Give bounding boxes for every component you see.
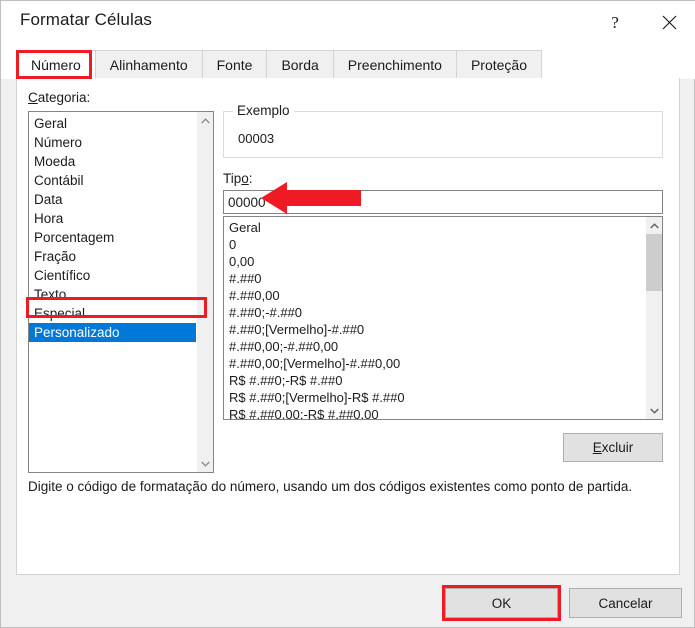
tipo-label: Tipo: [223, 171, 253, 186]
list-item-label: Moeda [34, 154, 76, 169]
list-item-label: Científico [34, 268, 91, 283]
list-item[interactable]: Hora [29, 209, 197, 228]
list-item[interactable]: R$ #.##0;-R$ #.##0 [224, 372, 644, 389]
list-item[interactable]: #.##0 [224, 270, 644, 287]
list-item-label: #.##0,00;[Vermelho]-#.##0,00 [229, 356, 401, 371]
tab-label: Fonte [216, 56, 253, 73]
list-item[interactable]: Número [29, 133, 197, 152]
list-item-label: Número [34, 135, 83, 150]
format-cells-dialog: Formatar Células ? Número Alinhamento Fo… [0, 0, 695, 628]
list-item[interactable]: Contábil [29, 171, 197, 190]
title-bar: Formatar Células ? [1, 1, 695, 43]
example-groupbox: Exemplo 00003 [223, 103, 663, 158]
list-item-label: #.##0,00 [229, 288, 280, 303]
list-item-label: 0,00 [229, 254, 255, 269]
tab-borda[interactable]: Borda [266, 50, 334, 79]
list-item[interactable]: #.##0,00;-#.##0,00 [224, 338, 644, 355]
tab-preenchimento[interactable]: Preenchimento [332, 50, 457, 79]
list-item[interactable]: Geral [29, 114, 197, 133]
scroll-up-arrow-icon[interactable] [646, 217, 662, 234]
list-item[interactable]: #.##0,00 [224, 287, 644, 304]
close-x-icon [661, 14, 678, 31]
delete-button-label: xcluir [601, 440, 634, 455]
list-item-label: #.##0 [229, 271, 262, 286]
tab-label: Alinhamento [109, 56, 188, 73]
dialog-title: Formatar Células [20, 10, 152, 29]
list-item-label: Contábil [34, 173, 84, 188]
list-item[interactable]: Data [29, 190, 197, 209]
scroll-up-arrow-icon[interactable] [197, 112, 213, 129]
list-item-label: #.##0;[Vermelho]-#.##0 [229, 322, 365, 337]
cancel-button[interactable]: Cancelar [569, 588, 682, 618]
tab-label: Número [31, 56, 81, 73]
list-item[interactable]: #.##0;-#.##0 [224, 304, 644, 321]
number-tab-panel: Categoria: Geral Número Moeda Contábil D… [16, 78, 680, 575]
tipo-label-prefix: Tip [223, 171, 242, 186]
format-code-item-list: Geral 0 0,00 #.##0 #.##0,00 #.##0;-#.##0… [224, 217, 644, 420]
list-item-label: R$ #.##0;[Vermelho]-R$ #.##0 [229, 390, 405, 405]
category-scrollbar[interactable] [196, 112, 213, 472]
list-item-label: Hora [34, 211, 64, 226]
tab-label: Preenchimento [347, 56, 442, 73]
tipo-label-accel: o [241, 171, 249, 186]
list-item[interactable]: Científico [29, 266, 197, 285]
list-item-label: R$ #.##0;-R$ #.##0 [229, 373, 343, 388]
list-item[interactable]: 0,00 [224, 253, 644, 270]
tab-label: Borda [281, 56, 319, 73]
list-item-label: Texto [34, 287, 67, 302]
tab-protecao[interactable]: Proteção [455, 50, 543, 79]
close-button[interactable] [646, 1, 692, 43]
description-text: Digite o código de formatação do número,… [28, 479, 633, 494]
list-item[interactable]: Especial [29, 304, 197, 323]
delete-button[interactable]: Excluir [563, 433, 663, 462]
list-item-label: Personalizado [34, 325, 120, 340]
list-item-label: R$ #.##0,00;-R$ #.##0,00 [229, 407, 379, 420]
category-item-list: Geral Número Moeda Contábil Data Hora Po… [29, 112, 197, 342]
list-item-personalizado[interactable]: Personalizado [29, 323, 197, 342]
list-item[interactable]: R$ #.##0;[Vermelho]-R$ #.##0 [224, 389, 644, 406]
tab-strip: Número Alinhamento Fonte Borda Preenchim… [1, 43, 695, 79]
scroll-down-arrow-icon[interactable] [646, 402, 662, 419]
list-item[interactable]: R$ #.##0,00;-R$ #.##0,00 [224, 406, 644, 420]
list-item[interactable]: 0 [224, 236, 644, 253]
list-item[interactable]: #.##0,00;[Vermelho]-#.##0,00 [224, 355, 644, 372]
example-value: 00003 [238, 131, 275, 146]
list-item[interactable]: Fração [29, 247, 197, 266]
category-label-accel: C [28, 90, 38, 105]
list-item-label: 0 [229, 237, 237, 252]
list-item-label: Data [34, 192, 63, 207]
list-item-label: Geral [34, 116, 68, 131]
question-mark-icon: ? [611, 12, 619, 32]
tab-alinhamento[interactable]: Alinhamento [94, 50, 203, 79]
ok-button[interactable]: OK [445, 588, 558, 618]
delete-button-accel: E [592, 440, 602, 455]
list-item-label: Geral [229, 220, 261, 235]
scroll-down-arrow-icon[interactable] [197, 455, 213, 472]
list-item[interactable]: Texto [29, 285, 197, 304]
format-code-scrollbar[interactable] [645, 217, 662, 419]
category-label-rest: ategoria: [37, 90, 91, 105]
list-item-label: Porcentagem [34, 230, 115, 245]
example-legend: Exemplo [233, 103, 294, 118]
tab-label: Proteção [470, 56, 528, 73]
list-item-label: Especial [34, 306, 86, 321]
list-item[interactable]: #.##0;[Vermelho]-#.##0 [224, 321, 644, 338]
format-code-listbox[interactable]: Geral 0 0,00 #.##0 #.##0,00 #.##0;-#.##0… [223, 216, 663, 420]
list-item[interactable]: Geral [224, 219, 644, 236]
category-listbox[interactable]: Geral Número Moeda Contábil Data Hora Po… [28, 111, 214, 473]
help-button[interactable]: ? [592, 1, 638, 43]
list-item-label: Fração [34, 249, 77, 264]
category-label: Categoria: [28, 90, 90, 105]
tipo-input[interactable] [223, 190, 663, 214]
list-item[interactable]: Porcentagem [29, 228, 197, 247]
tab-numero[interactable]: Número [16, 50, 96, 79]
list-item[interactable]: Moeda [29, 152, 197, 171]
tipo-label-rest: : [248, 171, 253, 186]
list-item-label: #.##0,00;-#.##0,00 [229, 339, 339, 354]
tab-list: Número Alinhamento Fonte Borda Preenchim… [16, 50, 543, 79]
scrollbar-thumb[interactable] [646, 234, 662, 291]
tab-fonte[interactable]: Fonte [201, 50, 268, 79]
list-item-label: #.##0;-#.##0 [229, 305, 303, 320]
